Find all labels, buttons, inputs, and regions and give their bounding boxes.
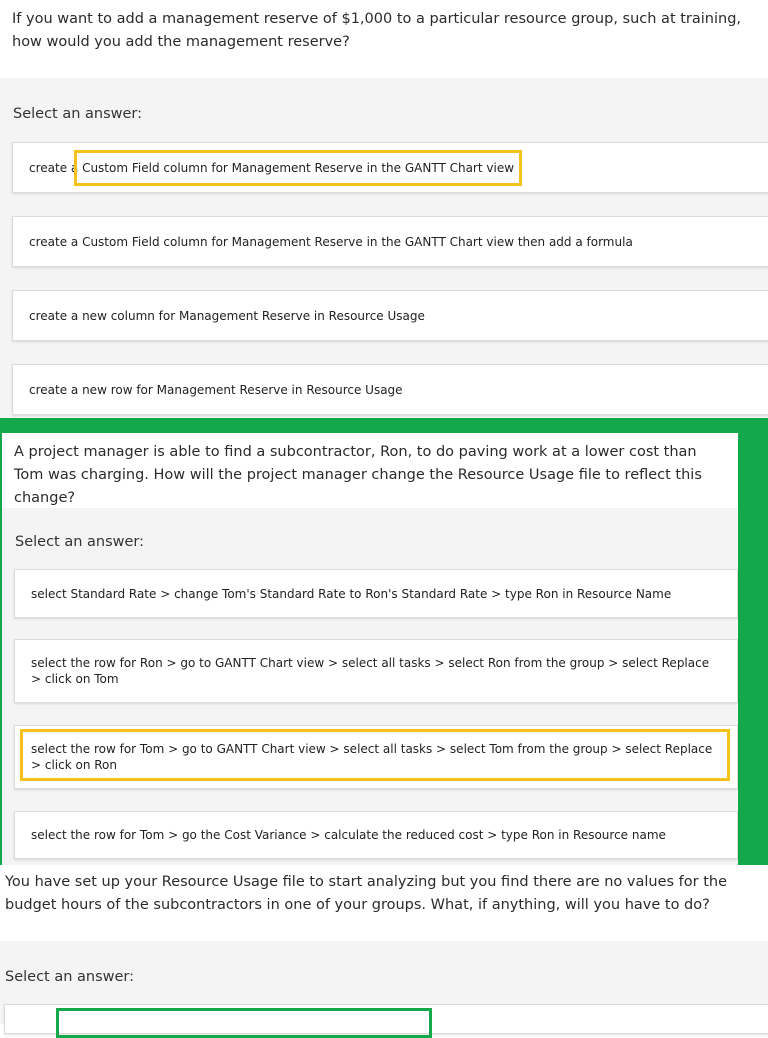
question-2-select-label: Select an answer: xyxy=(15,534,145,550)
question-2-answer-4[interactable]: select the row for Tom > go the Cost Var… xyxy=(14,811,738,859)
question-3-select-label: Select an answer: xyxy=(5,969,135,985)
question-1-answer-4[interactable]: create a new row for Management Reserve … xyxy=(12,364,768,415)
answer-label: select the row for Tom > go to GANTT Cha… xyxy=(31,742,713,772)
question-1-select-label: Select an answer: xyxy=(13,106,143,122)
answer-label: create a Custom Field column for Managem… xyxy=(29,234,633,249)
question-2-answer-1[interactable]: select Standard Rate > change Tom's Stan… xyxy=(14,569,738,618)
question-2-answer-2[interactable]: select the row for Ron > go to GANTT Cha… xyxy=(14,639,738,703)
question-3-text: You have set up your Resource Usage file… xyxy=(0,865,768,941)
answer-label: select the row for Ron > go to GANTT Cha… xyxy=(31,656,710,686)
question-2-answer-3[interactable]: select the row for Tom > go to GANTT Cha… xyxy=(14,725,738,789)
answer-label: create a new row for Management Reserve … xyxy=(29,382,403,397)
answer-label: select Standard Rate > change Tom's Stan… xyxy=(31,586,672,601)
question-1-text: If you want to add a management reserve … xyxy=(0,0,768,78)
question-3-answer-1[interactable] xyxy=(4,1004,768,1034)
answer-label: select the row for Tom > go the Cost Var… xyxy=(31,828,666,842)
question-2-text: A project manager is able to find a subc… xyxy=(2,433,738,508)
answer-label: create a Custom Field column for Managem… xyxy=(29,160,515,175)
answer-label: create a new column for Management Reser… xyxy=(29,308,425,323)
question-1-answer-3[interactable]: create a new column for Management Reser… xyxy=(12,290,768,341)
question-1-answer-1[interactable]: create a Custom Field column for Managem… xyxy=(12,142,768,193)
question-1-answer-2[interactable]: create a Custom Field column for Managem… xyxy=(12,216,768,267)
